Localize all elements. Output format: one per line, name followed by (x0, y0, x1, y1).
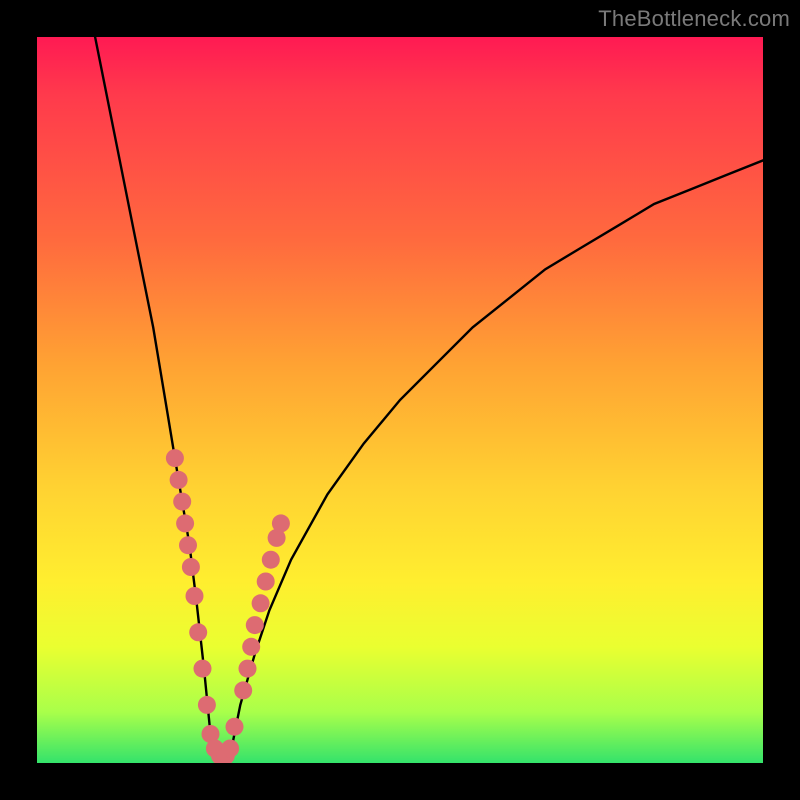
marker-dot (221, 740, 239, 758)
marker-dot (182, 558, 200, 576)
marker-dot (272, 514, 290, 532)
marker-dot (242, 638, 260, 656)
marker-dot (166, 449, 184, 467)
watermark-text: TheBottleneck.com (598, 6, 790, 32)
marker-dot (186, 587, 204, 605)
marker-dot (194, 660, 212, 678)
marker-dot (170, 471, 188, 489)
marker-dot (173, 493, 191, 511)
bottleneck-curve (95, 37, 763, 763)
marker-dot (179, 536, 197, 554)
plot-area (37, 37, 763, 763)
marker-dot (234, 681, 252, 699)
chart-frame: TheBottleneck.com (0, 0, 800, 800)
marker-dot (198, 696, 216, 714)
marker-dot (189, 623, 207, 641)
chart-svg (37, 37, 763, 763)
marker-dot (262, 551, 280, 569)
marker-dot (239, 660, 257, 678)
marker-dot (252, 594, 270, 612)
marker-dot (246, 616, 264, 634)
marker-dot (226, 718, 244, 736)
marker-dot (257, 573, 275, 591)
marker-dot (176, 514, 194, 532)
